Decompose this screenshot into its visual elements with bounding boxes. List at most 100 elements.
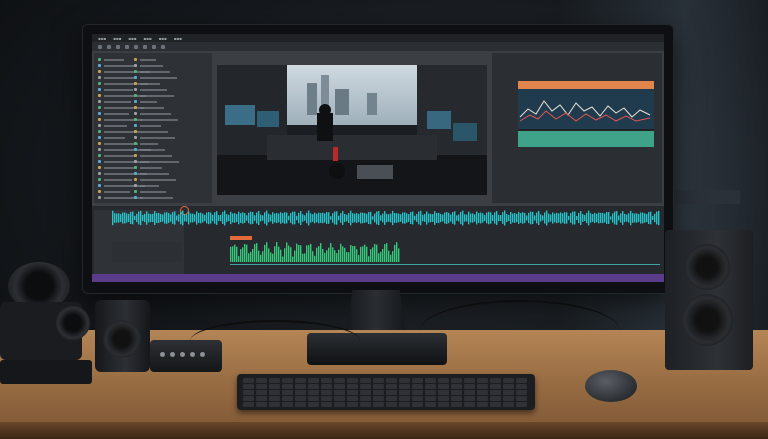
audio-wave-bar: [312, 251, 314, 262]
audio-wave-bar: [556, 212, 558, 224]
tree-item[interactable]: [104, 59, 124, 61]
tree-item[interactable]: [104, 143, 138, 145]
tool-icon[interactable]: [161, 44, 165, 49]
tree-item[interactable]: [140, 125, 161, 127]
menu-item[interactable]: ▪▪▪: [159, 36, 167, 41]
audio-wave-bar: [414, 215, 416, 221]
tree-item[interactable]: [140, 101, 157, 103]
tree-item[interactable]: [104, 167, 134, 169]
tree-item[interactable]: [140, 71, 170, 73]
tree-item-icon: [98, 142, 101, 145]
tree-item[interactable]: [104, 101, 131, 103]
tree-item[interactable]: [140, 95, 174, 97]
audio-wave-bar: [354, 245, 356, 262]
tool-icon[interactable]: [125, 44, 129, 49]
audio-wave-bar: [316, 247, 318, 262]
tool-icon[interactable]: [143, 44, 147, 49]
audio-wave-bar: [538, 211, 540, 225]
tree-item[interactable]: [140, 167, 162, 169]
tool-icon[interactable]: [116, 44, 120, 49]
project-panel[interactable]: [94, 53, 212, 203]
audio-wave-bar: [180, 211, 182, 225]
key: [425, 384, 436, 389]
audio-wave-bar: [282, 256, 284, 262]
menu-item[interactable]: ▪▪▪: [174, 36, 182, 41]
key: [503, 396, 514, 401]
tree-item[interactable]: [104, 107, 144, 109]
tree-item[interactable]: [140, 191, 166, 193]
timeline-panel[interactable]: [92, 206, 664, 282]
menu-item[interactable]: ▪▪▪: [128, 36, 136, 41]
tree-item[interactable]: [104, 113, 129, 115]
tree-item[interactable]: [104, 125, 127, 127]
tree-item[interactable]: [140, 113, 171, 115]
key: [503, 402, 514, 407]
tree-item[interactable]: [104, 155, 136, 157]
tree-item[interactable]: [140, 143, 158, 145]
key: [360, 384, 371, 389]
audio-wave-bar: [286, 242, 288, 262]
audio-wave-bar: [384, 244, 386, 262]
timeline-clip[interactable]: [230, 236, 252, 240]
tree-item[interactable]: [140, 107, 164, 109]
audio-wave-bar: [170, 214, 172, 222]
audio-wave-bar: [610, 216, 612, 220]
audio-wave-bar: [186, 214, 188, 222]
audio-wave-bar: [308, 210, 310, 226]
tree-item[interactable]: [140, 185, 159, 187]
tree-item[interactable]: [140, 161, 179, 163]
audio-wave-bar: [604, 213, 606, 223]
tree-item[interactable]: [104, 179, 132, 181]
tree-item[interactable]: [104, 77, 135, 79]
audio-wave-bar: [366, 213, 368, 223]
tree-item[interactable]: [140, 173, 169, 175]
knob: [190, 352, 195, 357]
menu-item[interactable]: ▪▪▪: [98, 36, 106, 41]
tree-item[interactable]: [140, 77, 177, 79]
tool-icon[interactable]: [134, 44, 138, 49]
tree-item[interactable]: [140, 65, 163, 67]
tree-item[interactable]: [140, 119, 178, 121]
audio-wave-bar: [344, 213, 346, 223]
tree-item[interactable]: [104, 191, 130, 193]
audio-wave-bar: [340, 243, 342, 262]
program-viewer[interactable]: [217, 65, 487, 195]
audio-wave-bar: [440, 213, 442, 223]
viewer-frame-image: [217, 65, 487, 195]
tree-item[interactable]: [140, 149, 165, 151]
audio-wave-bar: [380, 215, 382, 221]
tree-item-icon: [98, 184, 101, 187]
camera-lens-front: [56, 306, 90, 340]
audio-wave-bar: [530, 211, 532, 225]
tree-item[interactable]: [140, 89, 167, 91]
audio-wave-bar: [294, 211, 296, 225]
tree-item[interactable]: [104, 65, 137, 67]
tree-item[interactable]: [104, 185, 145, 187]
tree-item[interactable]: [104, 89, 133, 91]
key: [256, 390, 267, 395]
audio-wave-bar: [330, 216, 332, 220]
tree-item-icon: [134, 196, 137, 199]
menu-item[interactable]: ▪▪▪: [143, 36, 151, 41]
tree-item[interactable]: [140, 179, 176, 181]
audio-wave-bar: [332, 213, 334, 223]
audio-wave-bar: [434, 211, 436, 225]
audio-wave-bar: [284, 248, 286, 262]
keyboard: [237, 374, 535, 410]
scope-panel[interactable]: [492, 53, 662, 203]
tree-item[interactable]: [140, 131, 168, 133]
menu-item[interactable]: ▪▪▪: [113, 36, 121, 41]
tree-item[interactable]: [104, 197, 143, 199]
tool-icon[interactable]: [98, 44, 102, 49]
tool-icon[interactable]: [152, 44, 156, 49]
audio-wave-bar: [534, 215, 536, 221]
tree-item[interactable]: [140, 59, 156, 61]
tree-item[interactable]: [140, 197, 173, 199]
tree-item[interactable]: [104, 137, 125, 139]
tree-item[interactable]: [140, 83, 160, 85]
audio-wave-bar: [350, 210, 352, 226]
tree-item[interactable]: [140, 137, 175, 139]
tree-item[interactable]: [140, 155, 172, 157]
tool-icon[interactable]: [107, 44, 111, 49]
audio-wave-bar: [272, 253, 274, 262]
